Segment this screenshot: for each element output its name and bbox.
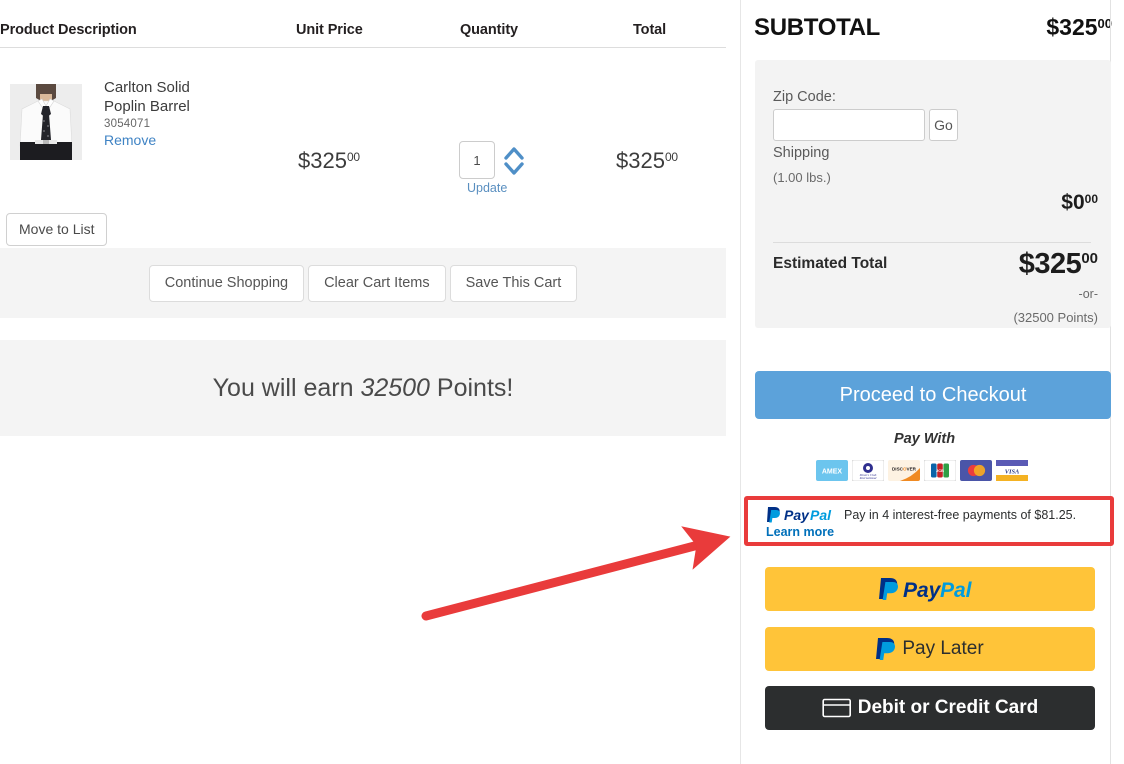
estimated-total-dollars: $325	[1018, 248, 1082, 280]
move-to-list-button[interactable]: Move to List	[6, 213, 108, 246]
svg-text:International: International	[859, 476, 877, 480]
product-name-line-2[interactable]: Poplin Barrel	[104, 97, 284, 116]
remove-item-link[interactable]: Remove	[104, 132, 284, 148]
svg-text:AMEX: AMEX	[822, 469, 843, 476]
summary-divider	[773, 242, 1091, 243]
svg-text:DISCOVER: DISCOVER	[892, 467, 917, 472]
shipping-label: Shipping	[773, 145, 830, 161]
cart-main-column: Product Description Unit Price Quantity …	[0, 0, 726, 764]
paypal-button-logo-icon: Pay Pal	[879, 578, 973, 602]
column-header-total: Total	[633, 22, 667, 38]
shopping-cart-page: Product Description Unit Price Quantity …	[0, 0, 1124, 764]
points-banner-text: You will earn 32500 Points!	[213, 374, 514, 403]
cart-table-header: Product Description Unit Price Quantity …	[0, 0, 726, 48]
amex-card-icon: AMEX	[816, 460, 848, 481]
svg-text:Pal: Pal	[810, 507, 832, 523]
continue-shopping-button[interactable]: Continue Shopping	[148, 264, 305, 302]
pay-later-button[interactable]: Pay Later	[765, 627, 1095, 671]
discover-card-icon: DISCOVER	[888, 460, 920, 481]
update-quantity-link[interactable]: Update	[467, 181, 507, 195]
column-header-description: Product Description	[0, 22, 137, 38]
column-header-unit-price: Unit Price	[296, 22, 363, 38]
zip-code-input[interactable]	[773, 109, 925, 141]
shipping-cents: 00	[1084, 192, 1098, 206]
cart-actions-panel: Continue Shopping Clear Cart Items Save …	[0, 248, 726, 318]
unit-price-dollars: $325	[298, 148, 347, 173]
quantity-stepper: Update	[459, 141, 539, 195]
zip-go-button[interactable]: Go	[929, 109, 958, 141]
line-total-cents: 00	[664, 150, 678, 164]
shipping-weight: (1.00 lbs.)	[773, 170, 831, 185]
shipping-dollars: $0	[1061, 191, 1085, 214]
paypal-p-mark-icon	[876, 638, 896, 660]
estimated-total-cents: 00	[1081, 250, 1098, 267]
points-prefix: You will earn	[212, 373, 361, 402]
quantity-input[interactable]	[459, 141, 495, 179]
clear-cart-items-button[interactable]: Clear Cart Items	[308, 264, 446, 302]
estimated-total-amount: $32500	[1019, 248, 1098, 281]
paypal-learn-more-link[interactable]: Learn more	[766, 525, 1086, 539]
points-banner: You will earn 32500 Points!	[0, 340, 726, 436]
subtotal-label: SUBTOTAL	[754, 14, 881, 41]
pay-later-label: Pay Later	[902, 638, 984, 659]
product-sku: 3054071	[104, 118, 151, 130]
estimated-total-label: Estimated Total	[773, 255, 888, 272]
dress-shirt-thumbnail-image	[10, 84, 82, 160]
paypal-checkout-button[interactable]: Pay Pal	[765, 567, 1095, 611]
line-total-value: $32500	[616, 148, 678, 174]
paypal-credit-message[interactable]: Pay Pal Pay in 4 interest-free payments …	[766, 506, 1086, 539]
debit-or-credit-card-label: Debit or Credit Card	[857, 697, 1039, 718]
accepted-card-logos: AMEX Diners Club International DISCOVER …	[816, 460, 1028, 481]
jcb-card-icon: JCB	[924, 460, 956, 481]
quantity-spinner-arrows-icon[interactable]	[503, 145, 525, 177]
cart-item-row: Carlton Solid Poplin Barrel 3054071 Remo…	[0, 48, 726, 246]
product-info: Carlton Solid Poplin Barrel 3054071 Remo…	[104, 78, 284, 148]
svg-text:VISA: VISA	[1005, 469, 1020, 476]
unit-price-value: $32500	[298, 148, 360, 174]
column-header-quantity: Quantity	[460, 22, 519, 38]
product-name-line-1[interactable]: Carlton Solid	[104, 78, 284, 97]
estimated-total-points: (32500 Points)	[1013, 310, 1098, 325]
pay-with-label: Pay With	[886, 431, 964, 447]
unit-price-cents: 00	[346, 150, 360, 164]
subtotal-row: SUBTOTAL $32500	[754, 14, 1112, 42]
paypal-message-line: Pay Pal Pay in 4 interest-free payments …	[766, 506, 1086, 523]
product-thumbnail[interactable]	[10, 84, 82, 160]
paypal-message-text: Pay in 4 interest-free payments of $81.2…	[844, 507, 1077, 522]
debit-or-credit-card-button[interactable]: Debit or Credit Card	[765, 686, 1095, 730]
points-suffix: Points!	[429, 373, 514, 402]
subtotal-amount: $32500	[1046, 14, 1112, 41]
svg-text:Pay: Pay	[784, 507, 810, 523]
diners-club-card-icon: Diners Club International	[852, 460, 884, 481]
mastercard-card-icon	[960, 460, 992, 481]
proceed-to-checkout-button[interactable]: Proceed to Checkout	[755, 371, 1111, 419]
zip-code-label: Zip Code:	[773, 89, 836, 105]
paypal-logo-icon: Pay Pal	[767, 507, 832, 523]
svg-text:Pay: Pay	[903, 579, 942, 602]
shipping-amount: $000	[1061, 191, 1098, 215]
save-this-cart-button[interactable]: Save This Cart	[449, 264, 578, 302]
svg-text:JCB: JCB	[936, 468, 944, 473]
subtotal-dollars: $325	[1046, 14, 1098, 40]
or-separator-text: -or-	[1078, 287, 1098, 301]
visa-card-icon: VISA	[996, 460, 1028, 481]
credit-card-icon	[822, 698, 851, 718]
line-total-dollars: $325	[616, 148, 665, 173]
points-amount: 32500	[360, 373, 430, 402]
svg-text:Pal: Pal	[940, 579, 973, 602]
